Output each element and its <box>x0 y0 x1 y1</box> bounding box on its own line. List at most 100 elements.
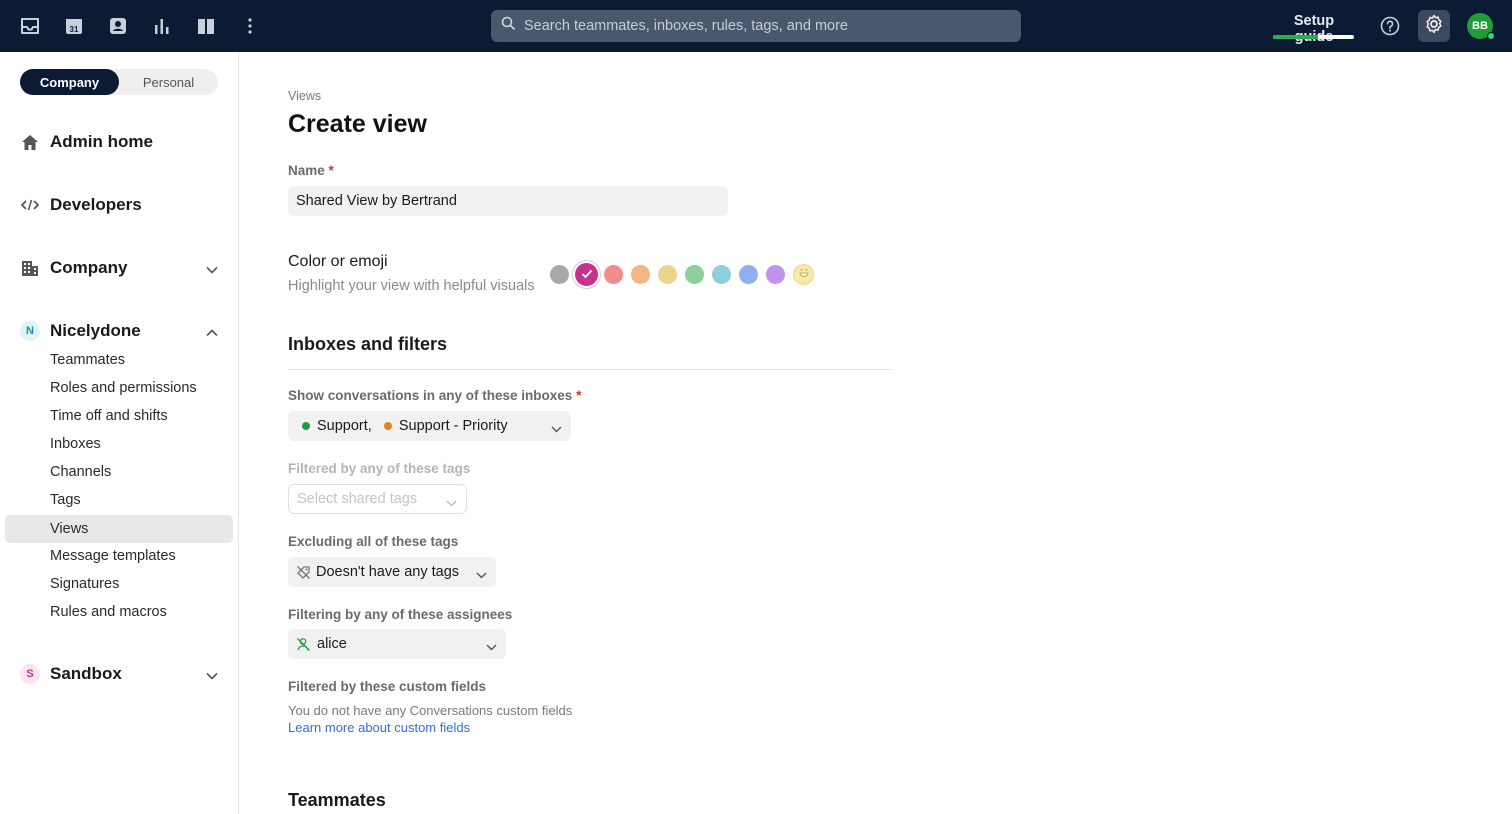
sandbox-badge: S <box>20 664 40 684</box>
chevron-down-icon <box>446 495 457 511</box>
inboxes-select[interactable]: Support, Support - Priority <box>288 411 571 441</box>
tags-select[interactable]: Select shared tags <box>288 484 467 514</box>
sidebar-item-teammates[interactable]: Teammates <box>5 346 233 374</box>
top-bar: 31 Setup guide BB <box>0 0 1512 52</box>
custom-fields-label: Filtered by these custom fields <box>288 679 487 694</box>
sidebar: Company Personal Admin home Developers C… <box>0 52 239 814</box>
setup-progress-fill <box>1273 35 1318 39</box>
breadcrumb[interactable]: Views <box>288 89 321 103</box>
page-title: Create view <box>288 110 427 138</box>
color-swatch-magenta[interactable] <box>575 263 598 286</box>
assignees-select[interactable]: alice <box>288 629 506 659</box>
required-mark: * <box>576 388 582 403</box>
main-content: Views Create view Name * Color or emoji … <box>288 52 1488 814</box>
avatar[interactable]: BB <box>1467 13 1495 40</box>
nav-sandbox-label: Sandbox <box>50 664 122 683</box>
custom-fields-helper: You do not have any Conversations custom… <box>288 703 573 718</box>
inbox-status-dot <box>383 422 392 430</box>
sidebar-item-time-off-and-shifts[interactable]: Time off and shifts <box>5 402 233 430</box>
color-swatch-yellow[interactable] <box>658 265 677 284</box>
sidebar-item-rules-and-macros[interactable]: Rules and macros <box>5 598 233 626</box>
segment-company[interactable]: Company <box>20 69 119 95</box>
company-personal-toggle: Company Personal <box>20 69 218 95</box>
name-label: Name * <box>288 163 334 178</box>
sidebar-item-message-templates[interactable]: Message templates <box>5 542 233 570</box>
sidebar-item-views[interactable]: Views <box>5 515 233 543</box>
more-icon[interactable] <box>236 12 264 40</box>
sidebar-item-inboxes[interactable]: Inboxes <box>5 430 233 458</box>
color-swatch-blue[interactable] <box>739 265 758 284</box>
color-swatch-gray[interactable] <box>550 265 569 284</box>
color-swatch-purple[interactable] <box>766 265 785 284</box>
settings-button[interactable] <box>1418 10 1450 42</box>
exclude-tags-label: Excluding all of these tags <box>288 534 459 549</box>
exclude-tags-select[interactable]: Doesn't have any tags <box>288 557 496 587</box>
setup-guide[interactable]: Setup guide <box>1273 13 1355 45</box>
chevron-up-icon[interactable] <box>206 324 218 342</box>
inbox-chip-support: Support, <box>317 418 372 434</box>
gear-icon <box>1424 14 1444 39</box>
tags-select-placeholder: Select shared tags <box>297 491 418 507</box>
building-icon <box>20 258 40 278</box>
no-tag-icon <box>296 565 311 580</box>
nav-developers[interactable]: Developers <box>20 190 220 220</box>
unassigned-icon <box>296 637 311 652</box>
color-swatch-teal[interactable] <box>712 265 731 284</box>
nav-workspace-label: Nicelydone <box>50 321 141 340</box>
sidebar-item-tags[interactable]: Tags <box>5 486 233 514</box>
chevron-down-icon <box>551 421 562 437</box>
inboxes-label-text: Show conversations in any of these inbox… <box>288 388 573 403</box>
assignees-label: Filtering by any of these assignees <box>288 607 513 622</box>
section-divider <box>288 369 891 370</box>
home-icon <box>20 132 40 152</box>
section-inboxes-and-filters: Inboxes and filters <box>288 334 448 354</box>
calendar-icon[interactable]: 31 <box>60 12 88 40</box>
search-bar[interactable] <box>491 10 1021 42</box>
analytics-icon[interactable] <box>148 12 176 40</box>
color-swatch-green[interactable] <box>685 265 704 284</box>
nav-admin-home[interactable]: Admin home <box>20 127 220 157</box>
nav-workspace-sandbox[interactable]: S Sandbox <box>20 659 220 689</box>
help-icon[interactable] <box>1376 12 1404 40</box>
segment-personal[interactable]: Personal <box>119 69 218 95</box>
required-mark: * <box>328 163 334 178</box>
color-emoji-subtitle: Highlight your view with helpful visuals <box>288 278 535 294</box>
emoji-picker-button[interactable] <box>793 264 814 285</box>
workspace-badge-wrap: N <box>20 321 40 341</box>
svg-text:31: 31 <box>70 25 79 34</box>
inbox-icon[interactable] <box>16 12 44 40</box>
nav-company-label: Company <box>50 258 128 277</box>
nav-developers-label: Developers <box>50 195 142 214</box>
custom-fields-link[interactable]: Learn more about custom fields <box>288 720 470 735</box>
nav-workspace-nicelydone[interactable]: N Nicelydone <box>20 316 220 346</box>
contacts-icon[interactable] <box>104 12 132 40</box>
inbox-chip-support-priority: Support - Priority <box>398 418 508 434</box>
sidebar-item-roles-and-permissions[interactable]: Roles and permissions <box>5 374 233 402</box>
smiley-icon <box>797 265 811 284</box>
setup-progress-bar <box>1273 35 1354 39</box>
chevron-down-icon <box>476 567 487 583</box>
knowledge-base-icon[interactable] <box>192 12 220 40</box>
color-swatch-red[interactable] <box>604 265 623 284</box>
workspace-badge: N <box>20 321 40 341</box>
sandbox-badge-wrap: S <box>20 664 40 684</box>
chevron-down-icon[interactable] <box>206 667 218 685</box>
sidebar-item-signatures[interactable]: Signatures <box>5 570 233 598</box>
chevron-down-icon[interactable] <box>206 261 218 279</box>
search-input[interactable] <box>524 18 1004 34</box>
exclude-tags-value: Doesn't have any tags <box>316 564 460 580</box>
nav-company[interactable]: Company <box>20 253 220 283</box>
view-name-input[interactable] <box>288 186 728 216</box>
section-teammates: Teammates <box>288 790 386 810</box>
color-swatch-orange[interactable] <box>631 265 650 284</box>
tags-label: Filtered by any of these tags <box>288 461 471 476</box>
assignee-value: alice <box>317 636 347 652</box>
name-label-text: Name <box>288 163 325 178</box>
avatar-initials: BB <box>1472 20 1488 32</box>
inbox-status-dot <box>302 422 310 430</box>
sidebar-item-channels[interactable]: Channels <box>5 458 233 486</box>
setup-guide-label[interactable]: Setup guide <box>1273 13 1355 45</box>
check-icon <box>581 266 593 284</box>
color-emoji-title: Color or emoji <box>288 253 388 270</box>
search-icon <box>501 16 516 36</box>
